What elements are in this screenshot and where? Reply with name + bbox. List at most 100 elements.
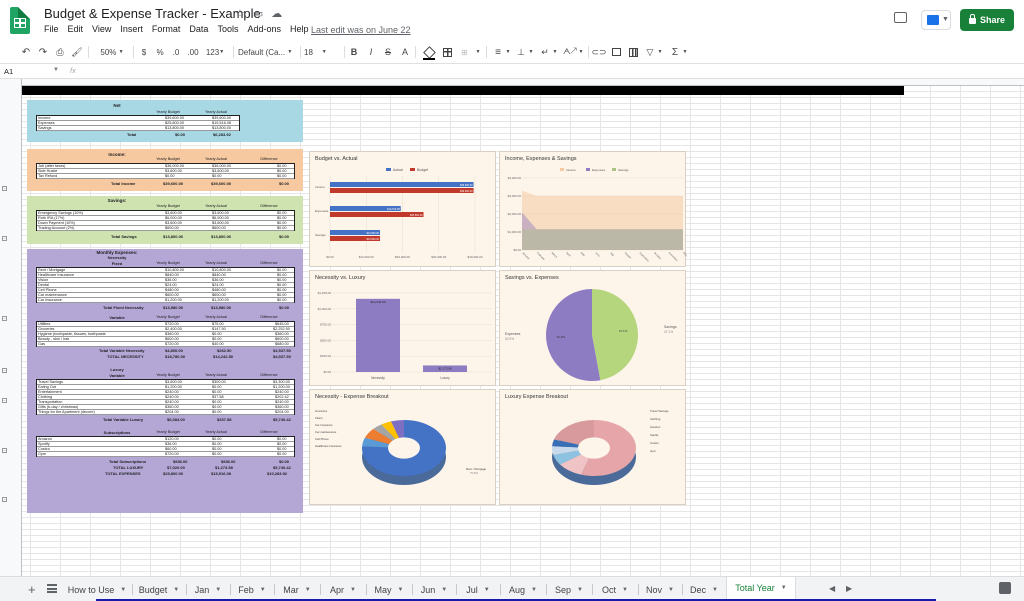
move-folder-icon[interactable]: ▭ bbox=[253, 7, 263, 20]
explore-icon[interactable] bbox=[999, 582, 1011, 594]
sheet-tab[interactable]: Jul ▼ bbox=[456, 577, 500, 601]
chevron-down-icon[interactable]: ▼ bbox=[712, 587, 718, 593]
percent-format-button[interactable]: % bbox=[155, 42, 165, 62]
chevron-down-icon[interactable]: ▼ bbox=[350, 587, 356, 593]
sheet-tab[interactable]: Total Year ▼ bbox=[726, 577, 796, 601]
scroll-right-icon[interactable]: ▶ bbox=[846, 584, 852, 593]
currency-format-button[interactable]: $ bbox=[139, 42, 149, 62]
savings-vs-expenses-chart[interactable]: Savings vs. Expenses 47.1% 52.9% Savings 47… bbox=[499, 270, 686, 386]
text-rotation-icon[interactable]: ᗅ↗ bbox=[563, 42, 577, 62]
chevron-down-icon[interactable]: ▼ bbox=[484, 587, 490, 593]
sheet-tab[interactable]: Apr ▼ bbox=[320, 577, 366, 601]
document-title[interactable]: Budget & Expense Tracker - Example bbox=[44, 6, 261, 21]
undo-icon[interactable]: ↶ bbox=[20, 42, 32, 62]
all-sheets-icon[interactable] bbox=[47, 584, 57, 593]
income-expenses-savings-chart[interactable]: Income, Expenses & Savings Income Expense… bbox=[499, 151, 687, 267]
chevron-down-icon[interactable]: ▼ bbox=[474, 42, 482, 62]
chevron-down-icon[interactable]: ▼ bbox=[656, 42, 664, 62]
redo-icon[interactable]: ↷ bbox=[37, 42, 49, 62]
print-icon[interactable]: ⎙ bbox=[54, 42, 66, 62]
number-format-select[interactable]: 123 ▼ bbox=[204, 42, 226, 62]
menu-view[interactable]: View bbox=[92, 24, 111, 34]
decrease-decimal-button[interactable]: .0 bbox=[170, 42, 182, 62]
chevron-down-icon[interactable]: ▼ bbox=[577, 587, 583, 593]
budget-vs-actual-chart[interactable]: Budget vs. Actual Actual Budget $0.00 $10,0… bbox=[309, 151, 496, 267]
necessity-vs-luxury-chart[interactable]: Necessity vs. Luxury $0.00 $250.00 $500.00… bbox=[309, 270, 496, 386]
scroll-left-icon[interactable]: ◀ bbox=[829, 584, 835, 593]
group-toggle-icon[interactable]: − bbox=[2, 186, 7, 191]
column-headers[interactable] bbox=[0, 79, 1024, 86]
increase-decimal-button[interactable]: .00 bbox=[186, 42, 200, 62]
chevron-down-icon[interactable]: ▼ bbox=[53, 67, 59, 73]
menu-edit[interactable]: Edit bbox=[68, 24, 84, 34]
menu-insert[interactable]: Insert bbox=[120, 24, 143, 34]
italic-button[interactable]: I bbox=[366, 42, 376, 62]
necessity-breakout-chart[interactable]: Necessity - Expense Breakout Groceries Vi… bbox=[309, 389, 496, 505]
sheet-tab[interactable]: Aug ▼ bbox=[500, 577, 546, 601]
add-sheet-icon[interactable]: + bbox=[28, 582, 36, 597]
chevron-down-icon[interactable]: ▼ bbox=[305, 587, 311, 593]
chevron-down-icon[interactable]: ▼ bbox=[215, 587, 221, 593]
chevron-down-icon[interactable]: ▼ bbox=[681, 42, 689, 62]
horizontal-align-icon[interactable]: ≡ bbox=[492, 42, 504, 62]
paint-format-icon[interactable]: 🖌︎ bbox=[71, 42, 83, 62]
group-toggle-icon[interactable]: − bbox=[2, 398, 7, 403]
group-toggle-icon[interactable]: − bbox=[2, 448, 7, 453]
sheet-tab[interactable]: May ▼ bbox=[366, 577, 412, 601]
present-button[interactable]: ▼ bbox=[921, 10, 951, 30]
sheet-tab[interactable]: Jan ▼ bbox=[186, 577, 230, 601]
group-toggle-icon[interactable]: − bbox=[2, 236, 7, 241]
menu-data[interactable]: Data bbox=[189, 24, 208, 34]
text-color-button[interactable]: A bbox=[400, 42, 410, 62]
chevron-down-icon[interactable]: ▼ bbox=[577, 42, 585, 62]
sheet-grid[interactable]: − − − − − − − Net Yearly Budget Yearly A… bbox=[0, 79, 1024, 576]
menu-file[interactable]: File bbox=[44, 24, 59, 34]
chevron-down-icon[interactable]: ▼ bbox=[398, 587, 404, 593]
bold-button[interactable]: B bbox=[349, 42, 359, 62]
chevron-down-icon[interactable]: ▼ bbox=[173, 587, 179, 593]
text-wrap-icon[interactable]: ↵ bbox=[539, 42, 551, 62]
filter-icon[interactable]: ▽ bbox=[644, 42, 656, 62]
group-toggle-icon[interactable]: − bbox=[2, 316, 7, 321]
sheet-tab[interactable]: Oct ▼ bbox=[592, 577, 638, 601]
group-toggle-icon[interactable]: − bbox=[2, 368, 7, 373]
merge-cells-icon[interactable]: ⊞ bbox=[459, 42, 470, 62]
sheet-tab[interactable]: How to Use ▼ bbox=[62, 577, 132, 601]
chevron-down-icon[interactable]: ▼ bbox=[260, 587, 266, 593]
sheet-tab[interactable]: Sep ▼ bbox=[546, 577, 592, 601]
font-size-select[interactable]: 18 ▼ bbox=[304, 42, 342, 62]
borders-icon[interactable] bbox=[442, 42, 453, 62]
chevron-down-icon[interactable]: ▼ bbox=[527, 42, 535, 62]
row-headers[interactable]: − − − − − − − bbox=[0, 79, 22, 576]
insert-link-icon[interactable]: ⊂⊃ bbox=[591, 42, 606, 62]
menu-format[interactable]: Format bbox=[152, 24, 181, 34]
strikethrough-button[interactable]: S bbox=[383, 42, 393, 62]
last-edit-link[interactable]: Last edit was on June 22 bbox=[311, 25, 411, 35]
sheet-tab[interactable]: Budget ▼ bbox=[132, 577, 186, 601]
name-box[interactable]: A1 bbox=[4, 67, 13, 76]
sheet-tab[interactable]: Dec ▼ bbox=[682, 577, 726, 601]
star-icon[interactable]: ☆ bbox=[235, 7, 245, 20]
sheet-tab[interactable]: Jun ▼ bbox=[412, 577, 456, 601]
insert-comment-icon[interactable] bbox=[610, 42, 622, 62]
group-toggle-icon[interactable]: − bbox=[2, 497, 7, 502]
sheets-logo-icon[interactable] bbox=[10, 7, 30, 34]
functions-icon[interactable]: Σ bbox=[669, 42, 681, 62]
chevron-down-icon[interactable]: ▼ bbox=[531, 587, 537, 593]
chevron-down-icon[interactable]: ▼ bbox=[504, 42, 512, 62]
menu-tools[interactable]: Tools bbox=[217, 24, 238, 34]
menu-addons[interactable]: Add-ons bbox=[247, 24, 281, 34]
chevron-down-icon[interactable]: ▼ bbox=[668, 587, 674, 593]
chevron-down-icon[interactable]: ▼ bbox=[120, 587, 126, 593]
sheet-tab[interactable]: Mar ▼ bbox=[274, 577, 320, 601]
insert-chart-icon[interactable] bbox=[627, 42, 639, 62]
menu-help[interactable]: Help bbox=[290, 24, 309, 34]
font-family-select[interactable]: Default (Ca... ▼ bbox=[238, 42, 296, 62]
chevron-down-icon[interactable]: ▼ bbox=[781, 585, 787, 591]
comment-history-icon[interactable] bbox=[894, 12, 907, 23]
vertical-align-icon[interactable]: ⊥ bbox=[515, 42, 527, 62]
cloud-status-icon[interactable]: ☁ bbox=[271, 7, 282, 20]
share-button[interactable]: Share bbox=[960, 9, 1014, 31]
luxury-breakout-chart[interactable]: Luxury Expense Breakout Travel Savings Cl… bbox=[499, 389, 686, 505]
chevron-down-icon[interactable]: ▼ bbox=[622, 587, 628, 593]
